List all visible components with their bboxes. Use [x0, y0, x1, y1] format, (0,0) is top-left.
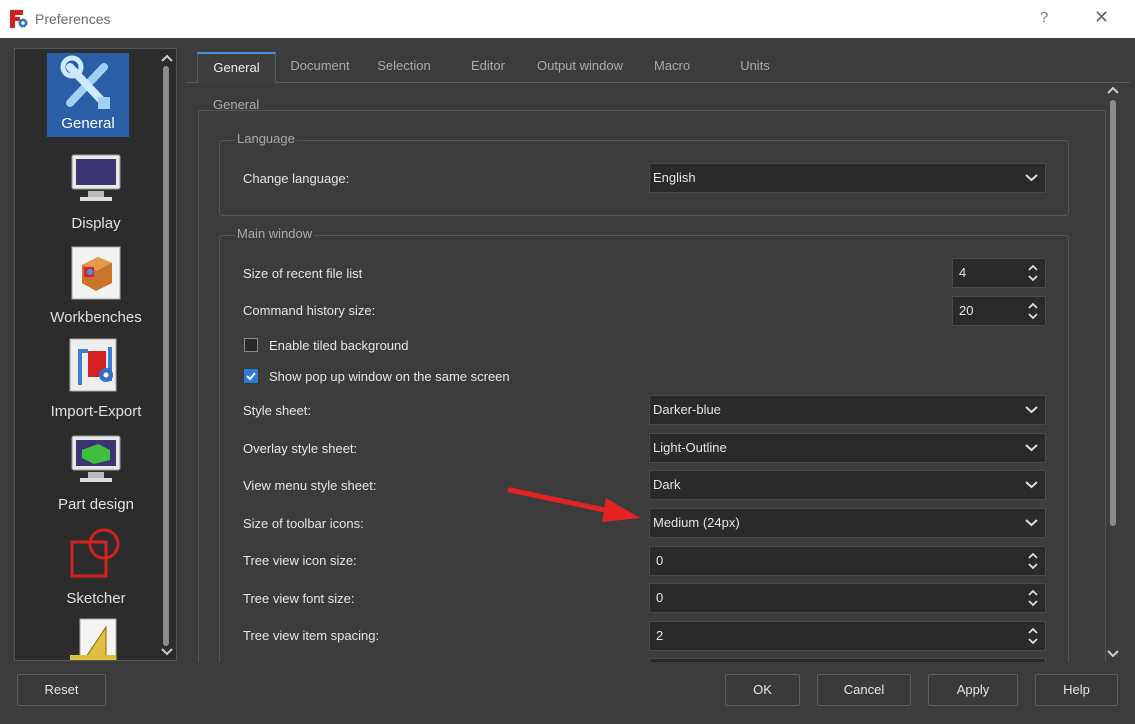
close-icon[interactable]: ✕ [1094, 7, 1109, 28]
toolbar-icon-size-label: Size of toolbar icons: [243, 516, 364, 531]
apply-button[interactable]: Apply [928, 674, 1018, 706]
scroll-down-icon[interactable] [161, 648, 173, 656]
spin-arrows-icon[interactable] [1027, 301, 1039, 321]
style-sheet-value: Darker-blue [653, 402, 721, 417]
main-window-group-title: Main window [235, 226, 315, 241]
spin-arrows-icon[interactable] [1027, 626, 1039, 646]
sidebar-item-workbenches[interactable]: Workbenches [31, 243, 161, 326]
help-icon[interactable]: ? [1040, 9, 1048, 26]
popup-same-screen-checkbox[interactable] [244, 369, 258, 383]
spin-arrows-icon[interactable] [1027, 588, 1039, 608]
scroll-down-icon[interactable] [1107, 650, 1119, 658]
tiled-background-checkbox[interactable] [244, 338, 258, 352]
chevron-down-icon [1025, 406, 1038, 414]
settings-scrollbar[interactable] [1104, 82, 1122, 662]
annotation-arrow-icon [507, 487, 640, 522]
spin-arrows-icon[interactable] [1027, 263, 1039, 283]
style-sheet-label: Style sheet: [243, 403, 311, 418]
tab-selection[interactable]: Selection [362, 52, 446, 82]
chevron-down-icon [1025, 481, 1038, 489]
sidebar-item-label: Import-Export [50, 403, 142, 420]
sidebar-item-general[interactable]: General [47, 53, 129, 137]
chevron-down-icon [1025, 444, 1038, 452]
tree-view-font-size-label: Tree view font size: [243, 591, 355, 606]
recent-files-label: Size of recent file list [243, 266, 363, 281]
tree-view-font-size-value: 0 [656, 590, 664, 605]
tree-view-font-size-spinbox[interactable]: 0 [649, 583, 1046, 613]
workbench-box-icon [61, 243, 131, 309]
scroll-up-icon[interactable] [1107, 86, 1119, 94]
cancel-button[interactable]: Cancel [817, 674, 911, 706]
title-bar: Preferences ? ✕ [0, 0, 1135, 38]
sidebar-item-techdraw[interactable] [31, 615, 161, 660]
tree-view-icon-size-label: Tree view icon size: [243, 553, 357, 568]
general-group-title: General [213, 97, 260, 112]
sidebar-item-label: General [47, 115, 129, 134]
scrollbar-thumb[interactable] [1110, 100, 1116, 526]
language-group-title: Language [235, 131, 297, 146]
view-menu-style-sheet-dropdown[interactable]: Dark [649, 470, 1046, 500]
reset-button[interactable]: Reset [17, 674, 106, 706]
change-language-label: Change language: [243, 171, 350, 186]
recent-files-spinbox[interactable]: 4 [952, 258, 1046, 288]
command-history-label: Command history size: [243, 303, 376, 318]
check-icon [246, 372, 256, 381]
preference-tabs: General Document Selection Editor Output… [186, 48, 1130, 83]
sidebar-item-label: Display [71, 215, 121, 232]
part-design-icon [61, 430, 131, 496]
drawing-ruler-icon [61, 615, 131, 660]
freecad-logo-icon [10, 10, 28, 28]
overlay-style-sheet-label: Overlay style sheet: [243, 441, 358, 456]
preference-category-list[interactable]: General Display Workbenches Import-Expor… [14, 48, 177, 661]
tree-view-icon-size-spinbox[interactable]: 0 [649, 546, 1046, 576]
popup-same-screen-label: Show pop up window on the same screen [269, 369, 510, 384]
toolbar-icon-size-value: Medium (24px) [653, 515, 740, 530]
tools-icon [47, 53, 129, 115]
sidebar-item-label: Workbenches [50, 309, 142, 326]
command-history-value: 20 [959, 303, 974, 318]
overlay-style-sheet-value: Light-Outline [653, 440, 727, 455]
next-setting-partial[interactable] [649, 658, 1046, 662]
tree-view-item-spacing-label: Tree view item spacing: [243, 628, 380, 643]
sidebar-item-sketcher[interactable]: Sketcher [31, 524, 161, 607]
sidebar-item-import-export[interactable]: Import-Export [31, 337, 161, 420]
ok-button[interactable]: OK [725, 674, 800, 706]
tiled-background-label: Enable tiled background [269, 338, 409, 353]
help-button[interactable]: Help [1035, 674, 1118, 706]
command-history-spinbox[interactable]: 20 [952, 296, 1046, 326]
tree-view-item-spacing-value: 2 [656, 628, 664, 643]
toolbar-icon-size-dropdown[interactable]: Medium (24px) [649, 508, 1046, 538]
tab-units[interactable]: Units [714, 52, 796, 82]
chevron-down-icon [1025, 519, 1038, 527]
sketcher-icon [61, 524, 131, 590]
sidebar-item-part-design[interactable]: Part design [31, 430, 161, 513]
scroll-up-icon[interactable] [161, 54, 173, 62]
sidebar-item-label: Sketcher [66, 590, 126, 607]
sidebar-item-label: Part design [58, 496, 134, 513]
sidebar-item-display[interactable]: Display [31, 149, 161, 232]
tab-editor[interactable]: Editor [448, 52, 528, 82]
tree-view-item-spacing-spinbox[interactable]: 2 [649, 621, 1046, 651]
language-dropdown[interactable]: English [649, 163, 1046, 193]
overlay-style-sheet-dropdown[interactable]: Light-Outline [649, 433, 1046, 463]
tab-general[interactable]: General [197, 52, 276, 83]
scrollbar-thumb[interactable] [163, 66, 169, 646]
language-value: English [653, 170, 696, 185]
view-menu-style-sheet-value: Dark [653, 477, 681, 492]
view-menu-style-sheet-label: View menu style sheet: [243, 478, 377, 493]
tree-view-icon-size-value: 0 [656, 553, 664, 568]
style-sheet-dropdown[interactable]: Darker-blue [649, 395, 1046, 425]
tab-macro[interactable]: Macro [632, 52, 712, 82]
import-export-icon [61, 337, 131, 403]
window-title: Preferences [35, 11, 111, 27]
monitor-icon [61, 149, 131, 215]
recent-files-value: 4 [959, 265, 967, 280]
sidebar-scrollbar[interactable] [158, 48, 176, 661]
tab-document[interactable]: Document [278, 52, 362, 82]
tab-output-window[interactable]: Output window [528, 52, 632, 82]
spin-arrows-icon[interactable] [1027, 551, 1039, 571]
chevron-down-icon [1025, 174, 1038, 182]
general-settings-page: General Language Change language: Englis… [186, 82, 1130, 662]
